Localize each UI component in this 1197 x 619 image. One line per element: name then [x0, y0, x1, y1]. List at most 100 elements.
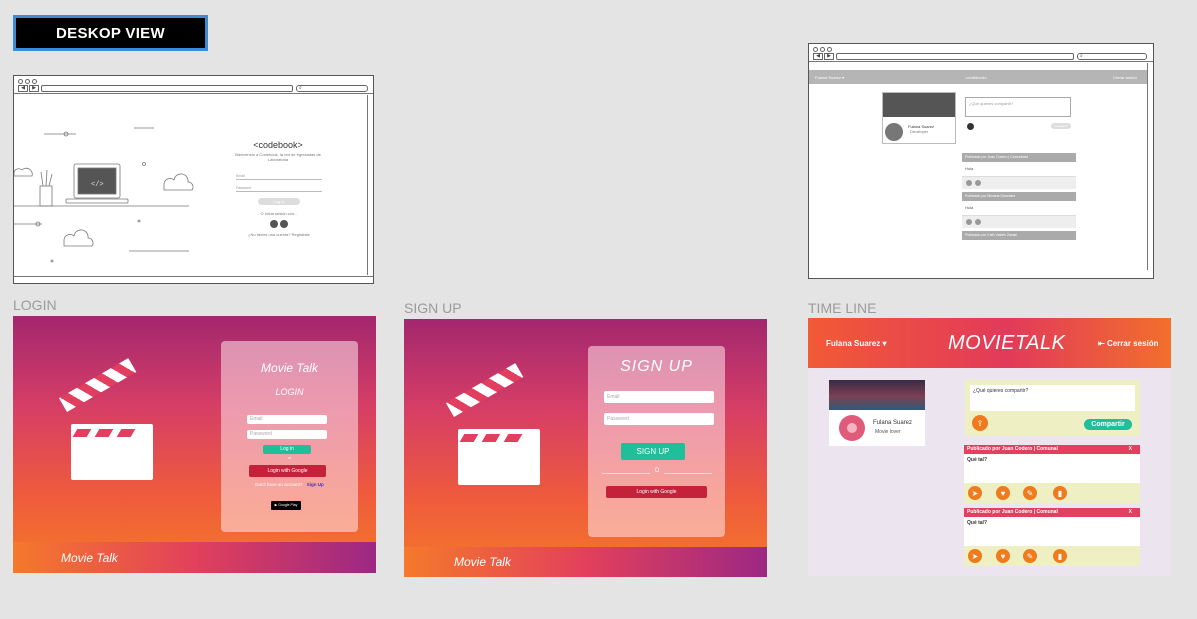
no-account-row: Don't have an account? Sign Up [221, 482, 358, 487]
wf-profile-card: Fulana Suarez Developer [882, 92, 956, 144]
wireframe-timeline: ◀ ▶ ⌕ Fulana Suarez ▾ <codebook> Cerrar … [808, 43, 1154, 279]
post-card: Publicado por Juan Codero | Comunal X Qué… [964, 508, 1140, 566]
wf-logout[interactable]: Cerrar sesión [1113, 75, 1137, 80]
profile-name: Fulana Suarez [873, 420, 913, 426]
logout-icon: ⇤ [1098, 339, 1105, 348]
upload-icon[interactable]: ⇪ [972, 415, 988, 431]
or-divider: O [602, 468, 712, 478]
profile-banner [829, 380, 925, 410]
wireframe-login: ◀ ▶ ⌕ </> <codebook> Bienvenido a Codebo… [13, 75, 374, 284]
post-actions: ➤ ♥ ✎ ▮ [964, 483, 1140, 503]
post-actions: ➤ ♥ ✎ ▮ [964, 546, 1140, 566]
laptop-illustration-icon: </> [14, 127, 194, 263]
caption-login: LOGIN [13, 297, 57, 313]
google-login-button[interactable]: Login with Google [249, 465, 326, 477]
chevron-down-icon: ▾ [882, 339, 887, 348]
wf-brand: <codebook> [965, 75, 988, 80]
wf-post-list: Publicado por Juan Codero | Comunidad Ho… [962, 153, 1076, 240]
signup-footer: Movie Talk [404, 547, 767, 577]
trash-icon[interactable]: ▮ [1053, 549, 1067, 563]
post-author: Publicado por Juan Codero | Comunal X [964, 445, 1140, 454]
signup-card: SIGN UP Email Password SIGN UP O Login w… [588, 346, 725, 537]
avatar [885, 123, 903, 141]
edit-icon[interactable]: ✎ [1023, 486, 1037, 500]
post-author: Publicado por Juan Codero | Comunal X [964, 508, 1140, 517]
forward-icon[interactable]: ▶ [29, 85, 39, 92]
signup-screen: SIGN UP Email Password SIGN UP O Login w… [404, 319, 767, 577]
send-icon[interactable]: ➤ [968, 549, 982, 563]
avatar [839, 415, 865, 441]
post-text: Qué tal? [964, 517, 1140, 546]
login-screen: Movie Talk LOGIN Email Password Log in o… [13, 316, 376, 573]
edit-icon[interactable]: ✎ [1023, 549, 1037, 563]
password-input[interactable]: Password [604, 413, 714, 425]
wf-user-menu[interactable]: Fulana Suarez ▾ [815, 75, 844, 80]
share-box: ¿Qué quieres compartir? ⇪ Compartir [965, 380, 1140, 436]
back-icon[interactable]: ◀ [18, 85, 28, 92]
login-button[interactable]: Log in [263, 445, 311, 454]
post-text: Qué tal? [964, 454, 1140, 483]
or-divider: or [287, 455, 292, 460]
svg-text:</>: </> [91, 181, 104, 189]
send-icon[interactable]: ➤ [968, 486, 982, 500]
footer-brand: Movie Talk [454, 555, 511, 569]
wf-no-account[interactable]: ¿No tienes una cuenta? Registrate [248, 232, 310, 237]
wf-login-button[interactable]: Log in [258, 198, 300, 205]
heart-icon[interactable]: ♥ [996, 486, 1010, 500]
wf-share-box[interactable]: ¿Qué quieres compartir? [965, 97, 1071, 117]
search-icon[interactable]: ⌕ [1077, 53, 1147, 60]
wf-email-field[interactable]: Email [236, 174, 322, 180]
wf-profile-sub: Developer [910, 129, 929, 134]
signup-title: SIGN UP [620, 358, 693, 375]
share-input[interactable]: ¿Qué quieres compartir? [970, 385, 1135, 411]
url-bar[interactable] [41, 85, 293, 92]
scrollbar[interactable] [1147, 63, 1152, 270]
wf-facebook-icon[interactable] [280, 220, 288, 228]
login-title: Movie Talk [261, 361, 318, 375]
close-icon[interactable]: X [1129, 445, 1132, 453]
wf-post: Publicado por Micaela González Hola [962, 192, 1076, 228]
wf-share-button[interactable]: Compartir [1051, 123, 1071, 129]
wf-upload-icon[interactable] [967, 123, 974, 130]
brand-logo: MOVIETALK [948, 332, 1066, 354]
timeline-header: Fulana Suarez ▾ MOVIETALK ⇤ Cerrar sesió… [808, 318, 1171, 368]
google-login-button[interactable]: Login with Google [606, 486, 707, 498]
login-subtitle: LOGIN [275, 387, 304, 397]
caption-signup: SIGN UP [404, 300, 462, 316]
post-card: Publicado por Juan Codero | Comunal X Qué… [964, 445, 1140, 503]
login-footer: Movie Talk [13, 542, 376, 573]
email-input[interactable]: Email [247, 415, 327, 424]
wf-or-login: O inicia sesión con... [260, 211, 298, 216]
back-icon[interactable]: ◀ [813, 53, 823, 60]
caption-timeline: TIME LINE [808, 300, 877, 316]
profile-card: Fulana Suarez Movie lover [829, 380, 925, 446]
email-input[interactable]: Email [604, 391, 714, 403]
share-button[interactable]: Compartir [1084, 419, 1132, 430]
profile-subtitle: Movie lover [875, 429, 901, 435]
trash-icon[interactable]: ▮ [1053, 486, 1067, 500]
wf-login-panel: <codebook> Bienvenido a Codebook, la red… [234, 140, 322, 162]
timeline-screen: Fulana Suarez ▾ MOVIETALK ⇤ Cerrar sesió… [808, 318, 1171, 576]
search-icon[interactable]: ⌕ [296, 85, 368, 92]
logout-button[interactable]: ⇤ Cerrar sesión [1098, 339, 1159, 348]
wf-post: Publicado por Juan Codero | Comunidad Ho… [962, 153, 1076, 189]
desktop-view-tag: DESKOP VIEW [13, 15, 208, 51]
signup-link[interactable]: Sign Up [307, 482, 324, 487]
scrollbar[interactable] [367, 95, 372, 275]
user-menu[interactable]: Fulana Suarez ▾ [826, 339, 887, 348]
login-card: Movie Talk LOGIN Email Password Log in o… [221, 341, 358, 532]
wf-password-field[interactable]: Password [236, 186, 322, 192]
signup-button[interactable]: SIGN UP [621, 443, 685, 460]
wf-post: Publicado por Kath Valdés Zárate [962, 231, 1076, 240]
password-input[interactable]: Password [247, 430, 327, 439]
url-bar[interactable] [836, 53, 1074, 60]
heart-icon[interactable]: ♥ [996, 549, 1010, 563]
forward-icon[interactable]: ▶ [824, 53, 834, 60]
wf-google-icon[interactable] [270, 220, 278, 228]
wf-brand: <codebook> [253, 140, 303, 150]
browser-toolbar: ◀ ▶ ⌕ [14, 76, 373, 94]
footer-brand: Movie Talk [61, 551, 118, 565]
google-play-badge[interactable]: ▶ Google Play [271, 501, 301, 510]
wf-tl-header: Fulana Suarez ▾ <codebook> Cerrar sesión [809, 70, 1147, 84]
close-icon[interactable]: X [1129, 508, 1132, 516]
